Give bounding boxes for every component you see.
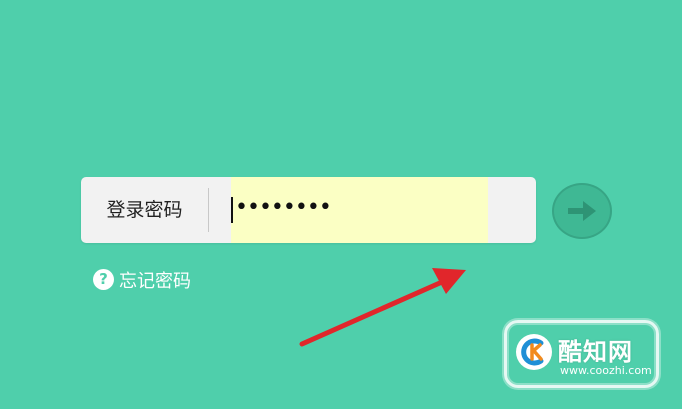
watermark-url: www.coozhi.com — [560, 364, 652, 377]
question-circle-icon: ? — [93, 268, 114, 290]
watermark: 酷知网 www.coozhi.com — [504, 320, 659, 388]
red-pointer-arrow — [299, 268, 466, 347]
forgot-password-label: 忘记密码 — [119, 271, 191, 292]
arrow-right-icon — [568, 201, 596, 221]
password-value: •••••••• — [235, 195, 332, 220]
text-caret — [231, 197, 233, 223]
submit-button[interactable] — [552, 183, 612, 239]
login-box: 登录密码 •••••••• — [81, 177, 536, 243]
coozhi-logo-icon — [516, 334, 552, 370]
password-label: 登录密码 — [106, 199, 183, 221]
forgot-password-link[interactable]: ? 忘记密码 — [93, 266, 191, 294]
label-divider — [208, 188, 209, 232]
watermark-name: 酷知网 — [558, 338, 633, 366]
